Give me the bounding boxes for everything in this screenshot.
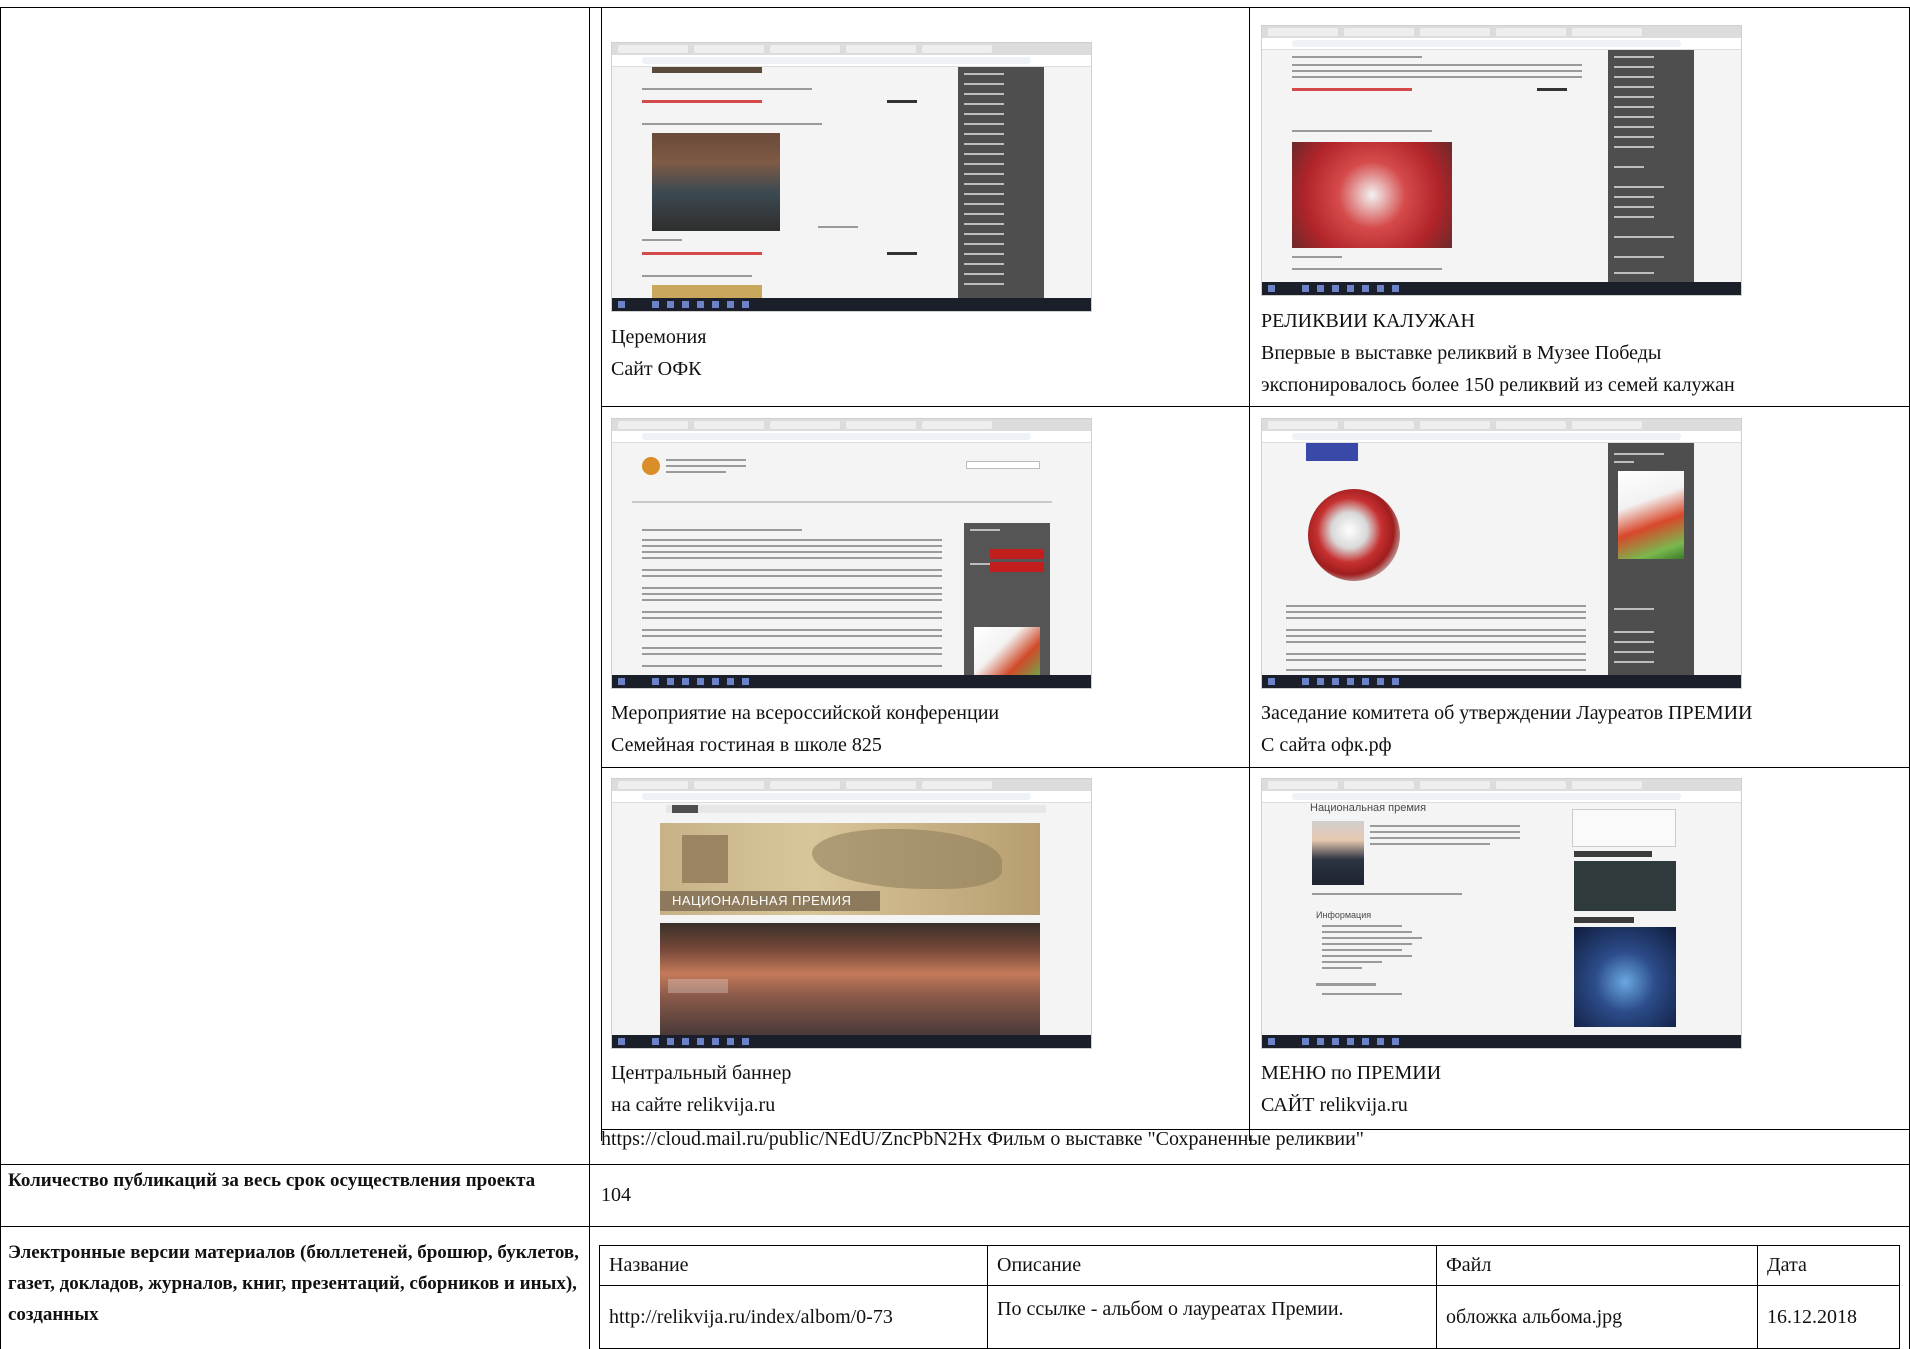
table-cell-description: По ссылке - альбом о лауреатах Премии. <box>997 1298 1344 1320</box>
table-cell-date: 16.12.2018 <box>1767 1306 1857 1328</box>
column-header-date: Дата <box>1767 1254 1807 1276</box>
caption-line-2: Семейная гостиная в школе 825 <box>611 734 882 756</box>
column-header-description: Описание <box>997 1254 1082 1276</box>
caption-line-3: экспонировалось более 150 реликвий из се… <box>1261 374 1735 396</box>
menu-section-heading: Информация <box>1316 910 1372 920</box>
menu-page-heading: Национальная премия <box>1310 802 1427 814</box>
film-link[interactable]: https://cloud.mail.ru/public/NEdU/ZncPbN… <box>601 1126 1364 1152</box>
caption-line-2: Впервые в выставке реликвий в Музее Побе… <box>1261 342 1662 364</box>
caption-line-2: Сайт ОФК <box>611 358 702 380</box>
caption-line-1: Церемония <box>611 326 707 348</box>
table-cell-name[interactable]: http://relikvija.ru/index/albom/0-73 <box>609 1302 893 1332</box>
caption-line-2: С сайта офк.рф <box>1261 734 1392 756</box>
screenshot-premium-menu: Национальная премия Информация <box>1261 778 1742 1049</box>
screenshot-committee <box>1261 418 1742 689</box>
banner-title: НАЦИОНАЛЬНАЯ ПРЕМИЯ <box>672 893 852 908</box>
column-header-name: Название <box>609 1254 689 1276</box>
publications-label: Количество публикаций за весь срок осуще… <box>8 1170 536 1191</box>
caption-line-2: САЙТ relikvija.ru <box>1261 1094 1408 1116</box>
caption-line-1: МЕНЮ по ПРЕМИИ <box>1261 1062 1442 1084</box>
screenshot-conference <box>611 418 1092 689</box>
electronic-versions-label: Электронные версии материалов (бюллетене… <box>8 1242 579 1325</box>
screenshot-central-banner: НАЦИОНАЛЬНАЯ ПРЕМИЯ <box>611 778 1092 1049</box>
screenshot-ceremony <box>611 42 1092 312</box>
table-cell-file[interactable]: обложка альбома.jpg <box>1446 1302 1622 1332</box>
screenshot-kaluga-relics <box>1261 25 1742 296</box>
caption-line-1: РЕЛИКВИИ КАЛУЖАН <box>1261 310 1475 332</box>
caption-line-1: Заседание комитета об утверждении Лауреа… <box>1261 702 1753 724</box>
caption-line-1: Мероприятие на всероссийской конференции <box>611 702 1000 724</box>
publications-count: 104 <box>601 1184 631 1206</box>
column-header-file: Файл <box>1446 1254 1492 1276</box>
caption-line-2: на сайте relikvija.ru <box>611 1094 776 1116</box>
caption-line-1: Центральный баннер <box>611 1062 792 1084</box>
